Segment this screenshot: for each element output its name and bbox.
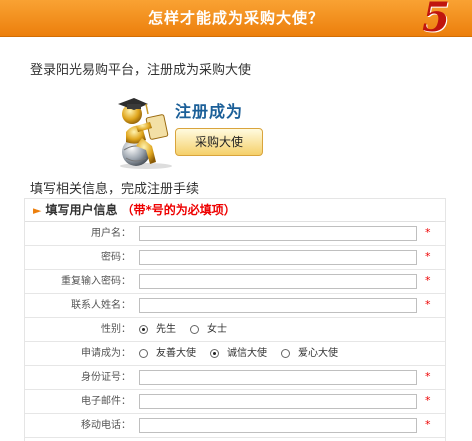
form-row-password: 密码： * [25, 246, 445, 270]
apply-option-label: 爱心大使 [298, 348, 338, 359]
apply-option-label: 友善大使 [156, 348, 196, 359]
section2-text: 填写相关信息，完成注册手续 [30, 182, 200, 197]
step-number: 5 [422, 0, 450, 41]
required-mark: * [425, 298, 431, 311]
mobile-input[interactable] [139, 418, 417, 433]
header-bar: 怎样才能成为采购大使？ 5 [0, 0, 472, 41]
apply-as-label: 申请成为： [81, 348, 131, 359]
confirm-password-input[interactable] [139, 274, 417, 289]
radio-icon[interactable] [190, 325, 199, 334]
required-mark: * [425, 370, 431, 383]
radio-icon[interactable] [139, 349, 148, 358]
form-row-email: 电子邮件： * [25, 390, 445, 414]
apply-option-label: 诚信大使 [227, 348, 267, 359]
gender-label: 性别： [101, 324, 131, 335]
form-required-note: （带*号的为必填项） [121, 203, 236, 217]
mobile-label: 移动电话： [81, 420, 131, 431]
gender-option-mr[interactable]: 先生 [139, 318, 176, 341]
form-title: 填写用户信息 [45, 203, 118, 217]
apply-as-radio-group: 友善大使 诚信大使 爱心大使 [139, 342, 352, 365]
radio-selected-icon[interactable] [139, 325, 148, 334]
required-mark: * [425, 226, 431, 239]
required-mark: * [425, 394, 431, 407]
page: 怎样才能成为采购大使？ 5 登录阳光易购平台，注册成为采购大使 注册成为 采购大… [0, 0, 472, 441]
apply-option-caring[interactable]: 爱心大使 [281, 342, 338, 365]
mascot-graduate-icon [118, 98, 172, 169]
contact-name-label: 联系人姓名： [71, 300, 131, 311]
required-mark: * [425, 418, 431, 431]
form-row-username: 用户名： * [25, 222, 445, 246]
required-mark: * [425, 274, 431, 287]
password-label: 密码： [101, 252, 131, 263]
form-row-mobile: 移动电话： * [25, 414, 445, 438]
gender-option-ms[interactable]: 女士 [190, 318, 227, 341]
form-row-apply-as: 申请成为： 友善大使 诚信大使 爱心大使 [25, 342, 445, 366]
id-number-input[interactable] [139, 370, 417, 385]
bullet-arrow-icon: ► [33, 204, 42, 217]
badge-title: 注册成为 [175, 102, 244, 121]
email-input[interactable] [139, 394, 417, 409]
radio-icon[interactable] [281, 349, 290, 358]
radio-selected-icon[interactable] [210, 349, 219, 358]
purchasing-ambassador-button[interactable]: 采购大使 [175, 128, 263, 156]
register-badge: 注册成为 采购大使 [175, 98, 263, 156]
username-input[interactable] [139, 226, 417, 241]
gender-option-label: 先生 [156, 324, 176, 335]
contact-name-input[interactable] [139, 298, 417, 313]
user-info-form: ► 填写用户信息 （带*号的为必填项） 用户名： * 密码： * 重复输入密码： *… [24, 198, 446, 441]
email-label: 电子邮件： [81, 396, 131, 407]
form-row-confirm-password: 重复输入密码： * [25, 270, 445, 294]
gender-option-label: 女士 [207, 324, 227, 335]
form-row-contact-name: 联系人姓名： * [25, 294, 445, 318]
apply-option-integrity[interactable]: 诚信大使 [210, 342, 267, 365]
username-label: 用户名： [91, 228, 131, 239]
required-mark: * [425, 250, 431, 263]
password-input[interactable] [139, 250, 417, 265]
page-title: 怎样才能成为采购大使？ [147, 9, 324, 27]
id-number-label: 身份证号： [81, 372, 131, 383]
confirm-password-label: 重复输入密码： [61, 276, 131, 287]
gender-radio-group: 先生 女士 [139, 318, 241, 341]
intro-text: 登录阳光易购平台，注册成为采购大使 [30, 63, 252, 78]
form-row-gender: 性别： 先生 女士 [25, 318, 445, 342]
form-header: ► 填写用户信息 （带*号的为必填项） [25, 199, 445, 222]
form-row-id-number: 身份证号： * [25, 366, 445, 390]
apply-option-friendly[interactable]: 友善大使 [139, 342, 196, 365]
